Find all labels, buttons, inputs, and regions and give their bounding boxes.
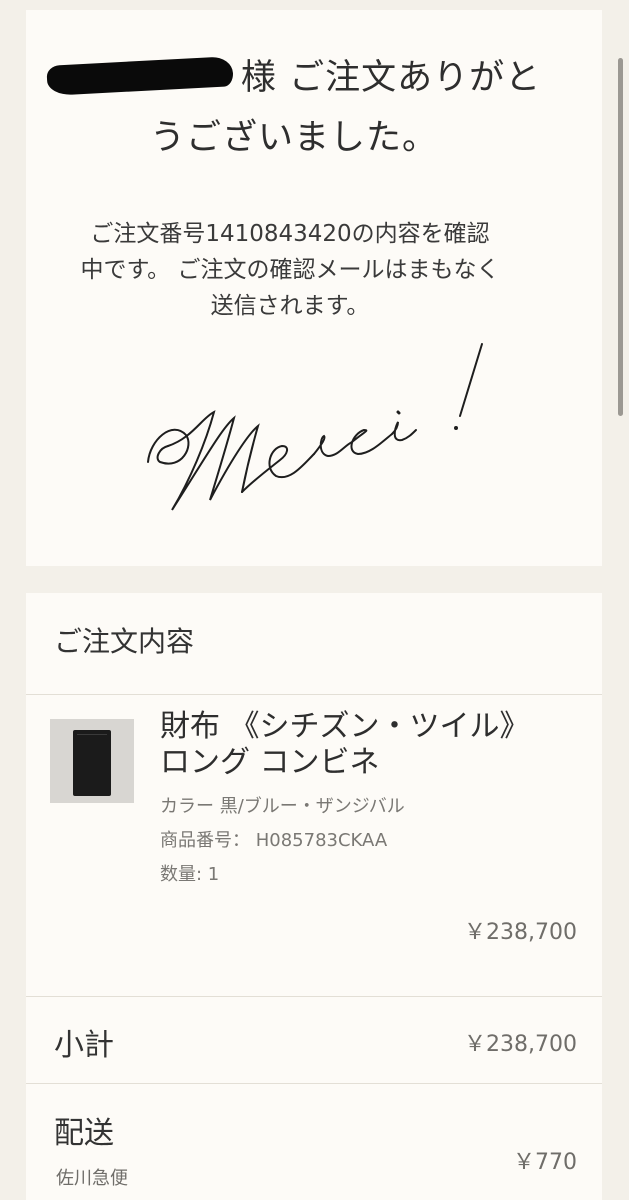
divider (26, 996, 602, 997)
product-name-line-2: ロング コンビネ (160, 745, 380, 780)
shipping-label: 配送 (54, 1116, 114, 1151)
order-details-title: ご注文内容 (54, 625, 195, 658)
item-price: ￥238,700 (464, 920, 577, 945)
divider (26, 1083, 602, 1084)
wallet-image (73, 730, 111, 796)
customer-honorific: 様 (240, 58, 277, 98)
shipping-carrier: 佐川急便 (56, 1168, 128, 1189)
notice-line-2: 中です。 ご注文の確認メールはまもなく (80, 257, 500, 283)
product-name-line-1: 財布 《シチズン・ツイル》 (160, 709, 530, 744)
divider (26, 694, 602, 695)
product-quantity: 数量: 1 (160, 864, 220, 885)
page-scrollbar[interactable] (618, 58, 623, 416)
notice-line-3: 送信されます。 (210, 293, 370, 319)
shipping-value: ￥770 (513, 1150, 577, 1175)
order-status-notice: ご注文番号1410843420の内容を確認 中です。 ご注文の確認メールはまもな… (30, 216, 550, 324)
subtotal-value: ￥238,700 (464, 1032, 577, 1057)
notice-line-1: ご注文番号1410843420の内容を確認 (90, 221, 490, 247)
thank-you-headline: 様 ご注文ありがとうございました。 (34, 48, 554, 168)
subtotal-label: 小計 (54, 1028, 114, 1063)
product-sku: 商品番号： H085783CKAA (160, 830, 388, 851)
product-name[interactable]: 財布 《シチズン・ツイル》 ロング コンビネ (160, 709, 580, 781)
product-color: カラー 黒/ブルー・ザンジバル (160, 796, 405, 817)
merci-signature (147, 343, 483, 511)
redacted-customer-name (46, 56, 234, 96)
order-confirmation-page: 様 ご注文ありがとうございました。 ご注文番号1410843420の内容を確認 … (0, 0, 629, 1200)
